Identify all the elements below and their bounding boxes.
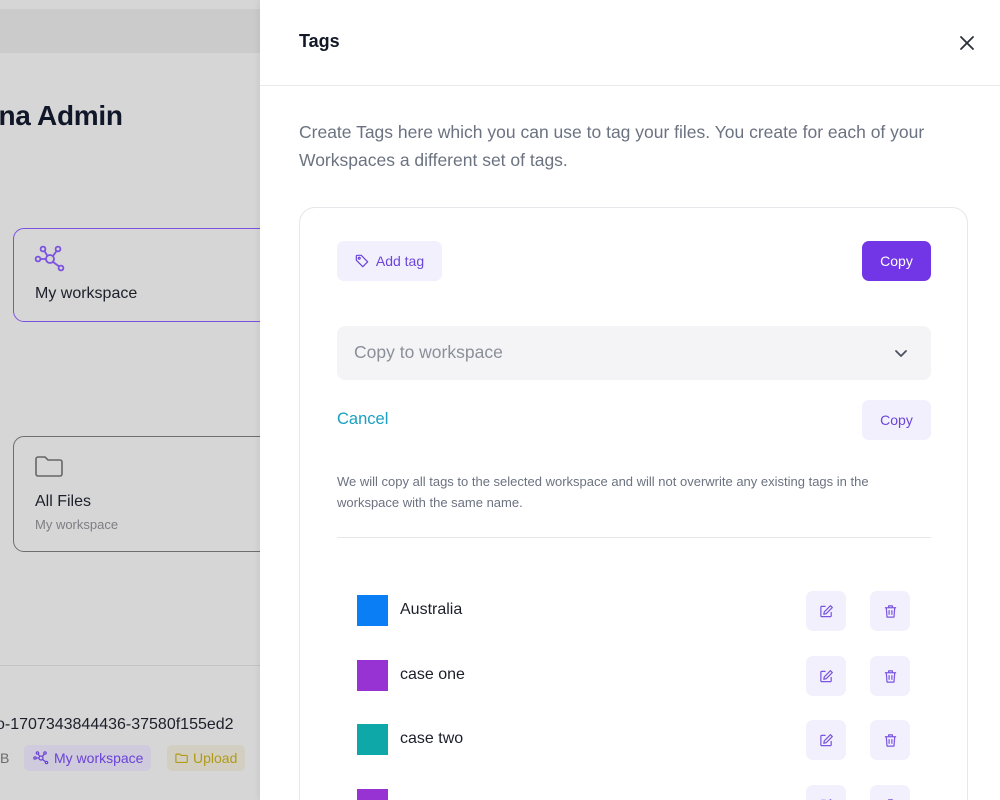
background-page-title: zuna Admin — [0, 100, 123, 131]
tag-row: case one — [357, 656, 913, 696]
cancel-button[interactable]: Cancel — [337, 410, 388, 429]
edit-tag-button[interactable] — [806, 656, 846, 696]
edit-icon — [819, 733, 833, 746]
tag-row: case two — [357, 720, 913, 760]
tag-name: case one — [400, 666, 465, 683]
select-placeholder: Copy to workspace — [354, 342, 503, 362]
tag-name: case two — [400, 730, 464, 747]
all-files-label: All Files — [35, 493, 92, 510]
close-icon — [960, 36, 974, 50]
copy-note: We will copy all tags to the selected wo… — [337, 474, 869, 510]
tag-color-swatch — [357, 595, 388, 626]
all-files-sublabel: My workspace — [35, 517, 119, 532]
card-divider — [337, 537, 931, 538]
copy-to-workspace-select[interactable]: Copy to workspace — [337, 326, 931, 380]
copy-confirm-button[interactable]: Copy — [862, 400, 931, 440]
edit-icon — [819, 669, 833, 682]
tag-row — [357, 785, 913, 800]
upload-chip-label: Upload — [193, 750, 238, 766]
all-files-card[interactable]: All Files My workspace — [13, 436, 260, 552]
tag-color-swatch — [357, 724, 388, 755]
file-size: B — [0, 750, 10, 766]
workspace-chip-label: My workspace — [54, 750, 144, 766]
drawer-description: Create Tags here which you can use to ta… — [299, 122, 925, 170]
drawer-header: Tags — [260, 0, 1000, 86]
edit-tag-button[interactable] — [806, 720, 846, 760]
delete-tag-button[interactable] — [870, 720, 910, 760]
edit-tag-button[interactable] — [806, 785, 846, 800]
background-header-band — [0, 9, 260, 53]
file-name[interactable]: o-1707343844436-37580f155ed2 — [0, 716, 234, 734]
edit-icon — [819, 604, 833, 617]
network-icon — [34, 245, 65, 272]
workspace-card[interactable]: My workspace — [13, 228, 260, 322]
edit-tag-button[interactable] — [806, 591, 846, 631]
upload-chip[interactable]: Upload — [167, 745, 246, 771]
add-tag-label: Add tag — [375, 253, 425, 269]
network-icon — [33, 751, 49, 765]
delete-tag-button[interactable] — [870, 656, 910, 696]
tag-name: Australia — [400, 601, 463, 618]
copy-tags-button[interactable]: Copy — [862, 241, 931, 281]
workspace-card-label: My workspace — [35, 285, 138, 302]
add-tag-button[interactable]: Add tag — [337, 241, 442, 281]
folder-icon — [175, 753, 188, 763]
chevron-down-icon — [895, 350, 907, 357]
tag-row: Australia — [357, 591, 913, 631]
background-page: zuna Admin My workspace All Files My wor… — [0, 0, 260, 800]
background-divider — [0, 665, 260, 666]
tags-drawer: Tags Create Tags here which you can use … — [260, 0, 1000, 800]
tag-color-swatch — [357, 660, 388, 691]
folder-icon — [35, 456, 63, 477]
tags-card: Add tag Copy Copy to workspace Cancel Co… — [299, 207, 968, 800]
tag-color-swatch — [357, 789, 388, 800]
background-topbar — [0, 0, 260, 9]
trash-icon — [884, 733, 896, 747]
delete-tag-button[interactable] — [870, 785, 910, 800]
tag-icon — [355, 254, 369, 268]
close-button[interactable] — [953, 29, 981, 57]
trash-icon — [884, 604, 896, 618]
workspace-chip[interactable]: My workspace — [24, 745, 152, 771]
drawer-title: Tags — [299, 31, 340, 51]
trash-icon — [884, 669, 896, 683]
delete-tag-button[interactable] — [870, 591, 910, 631]
